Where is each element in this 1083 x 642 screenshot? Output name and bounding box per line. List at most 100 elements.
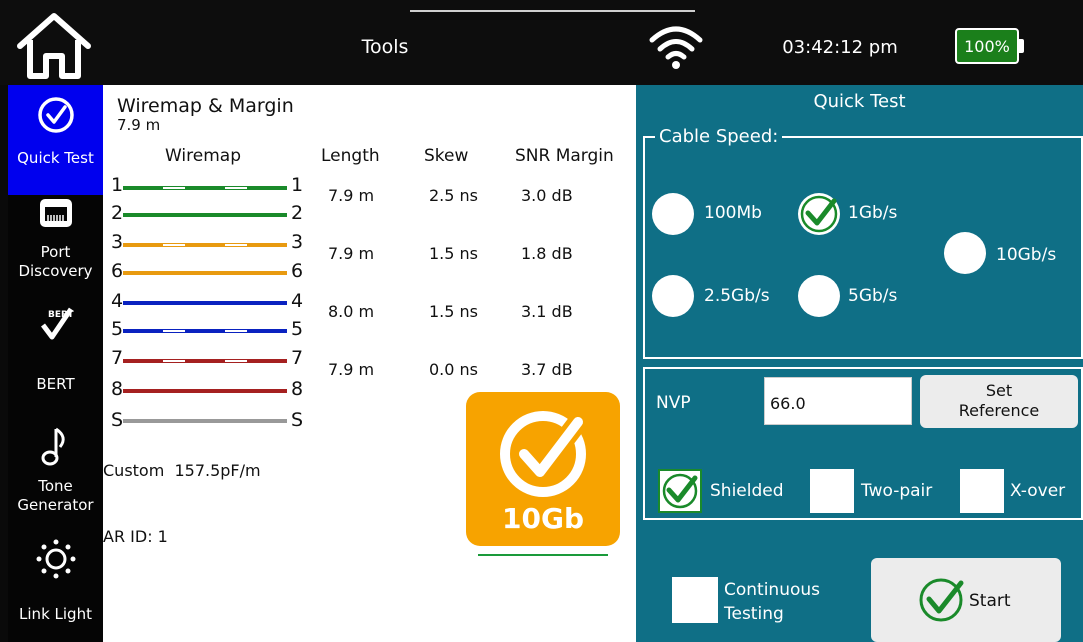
battery-indicator: 100%: [955, 28, 1025, 64]
page-title: Tools: [361, 36, 409, 58]
ar-id: AR ID: 1: [103, 527, 168, 546]
speed-radio-2-5gbs[interactable]: [652, 275, 694, 317]
speed-label-2-5gbs: 2.5Gb/s: [704, 286, 770, 306]
column-header-skew: Skew: [424, 146, 469, 166]
start-label: Start: [969, 591, 1011, 611]
pin-left: 6: [111, 260, 124, 282]
pair-skew: 2.5 ns: [429, 186, 479, 205]
bert-check-icon: BERT: [40, 307, 74, 340]
wire-1: [123, 186, 287, 190]
pair-length: 7.9 m: [328, 186, 375, 205]
top-divider: [410, 10, 695, 12]
speed-label-100mb: 100Mb: [704, 203, 762, 223]
sidebar-item-label: Tone Generator: [17, 477, 94, 514]
pin-right: 2: [291, 202, 304, 224]
sidebar-item-link-light[interactable]: Link Light: [8, 537, 103, 637]
pin-left: 4: [111, 290, 124, 312]
x-over-label: X-over: [1010, 481, 1066, 501]
pair-length: 7.9 m: [328, 360, 375, 379]
set-reference-button[interactable]: Set Reference: [920, 375, 1078, 428]
wire-5: [123, 329, 287, 333]
pair-skew: 0.0 ns: [429, 360, 479, 379]
speed-label-5gbs: 5Gb/s: [848, 286, 898, 306]
continuous-testing-label: Continuous Testing: [724, 580, 821, 624]
pair-snr-margin: 3.7 dB: [521, 360, 573, 379]
pin-right: 6: [291, 260, 304, 282]
check-icon: [662, 473, 698, 509]
wire-3: [123, 243, 287, 247]
pin-right: 8: [291, 378, 304, 400]
pin-left: 8: [111, 378, 124, 400]
pin-left: 5: [111, 318, 124, 340]
sidebar-item-label: Port Discovery: [18, 243, 93, 280]
sidebar-item-quick-test[interactable]: Quick Test: [8, 85, 103, 195]
pin-left: 1: [111, 174, 124, 196]
badge-underline: [478, 554, 608, 556]
pin-right: 1: [291, 174, 304, 196]
pair-snr-margin: 3.1 dB: [521, 302, 573, 321]
wire-6: [123, 271, 287, 275]
music-note-icon: [41, 427, 65, 466]
wiremap-panel: Wiremap & Margin 7.9 m Wiremap Length Sk…: [103, 85, 636, 642]
shielded-label: Shielded: [710, 481, 784, 501]
column-header-wiremap: Wiremap: [165, 146, 242, 166]
pair-length: 7.9 m: [328, 244, 375, 263]
column-header-snr-margin: SNR Margin: [515, 146, 614, 166]
battery-level: 100%: [955, 28, 1019, 64]
continuous-testing-checkbox[interactable]: [672, 577, 718, 623]
pair-snr-margin: 3.0 dB: [521, 186, 573, 205]
section-title: Wiremap & Margin: [117, 95, 294, 117]
wire-shield: [123, 419, 287, 423]
speed-label-10gbs: 10Gb/s: [996, 245, 1057, 265]
speed-radio-5gbs[interactable]: [798, 275, 840, 317]
sidebar-item-label: Quick Test: [17, 149, 94, 167]
column-header-length: Length: [321, 146, 380, 166]
speed-result-label: 10Gb: [502, 502, 584, 535]
wire-7: [123, 359, 287, 363]
speed-radio-100mb[interactable]: [652, 193, 694, 235]
start-button[interactable]: Start: [871, 558, 1061, 642]
pin-left: 7: [111, 347, 124, 369]
device-screen: Tools 03:42:12 pm 100% Quick Test Port D…: [0, 0, 1083, 642]
speed-result-badge: 10Gb: [466, 392, 620, 546]
ethernet-port-icon: [39, 199, 72, 227]
cable-speed-label: Cable Speed:: [655, 126, 783, 147]
nvp-label: NVP: [656, 393, 691, 413]
pin-right: 7: [291, 347, 304, 369]
pin-right: 5: [291, 318, 304, 340]
home-icon: [17, 13, 91, 79]
home-button[interactable]: [14, 10, 94, 80]
pin-left: 2: [111, 202, 124, 224]
cable-custom-capacitance: Custom 157.5pF/m: [103, 461, 261, 480]
light-icon: [36, 539, 75, 579]
two-pair-label: Two-pair: [861, 481, 933, 501]
top-bar: Tools 03:42:12 pm 100%: [0, 0, 1083, 85]
pin-right: 3: [291, 231, 304, 253]
check-icon: [800, 195, 838, 233]
nvp-input[interactable]: 66.0: [764, 377, 912, 425]
pin-right: S: [291, 409, 304, 431]
sidebar-item-port-discovery[interactable]: Port Discovery: [8, 197, 103, 297]
wire-4: [123, 301, 287, 305]
shielded-checkbox[interactable]: [658, 469, 702, 513]
sidebar: Quick Test Port Discovery BERT BERT Tone…: [8, 85, 103, 642]
wifi-icon: [648, 24, 704, 70]
speed-radio-1gbs[interactable]: [798, 193, 840, 235]
speed-label-1gbs: 1Gb/s: [848, 203, 898, 223]
two-pair-checkbox[interactable]: [810, 469, 854, 513]
check-circle-icon: [37, 97, 74, 133]
sidebar-item-tone-generator[interactable]: Tone Generator: [8, 425, 103, 525]
panel-title: Quick Test: [813, 91, 906, 112]
wire-2: [123, 213, 287, 217]
pair-skew: 1.5 ns: [429, 302, 479, 321]
quick-test-panel: Quick Test Cable Speed: 100Mb 1Gb/s 10Gb…: [636, 85, 1083, 642]
battery-icon: [1019, 39, 1024, 53]
x-over-checkbox[interactable]: [960, 469, 1004, 513]
check-circle-icon: [500, 411, 588, 497]
sidebar-item-bert[interactable]: BERT BERT: [8, 305, 103, 405]
pin-right: 4: [291, 290, 304, 312]
clock: 03:42:12 pm: [782, 37, 898, 58]
pair-skew: 1.5 ns: [429, 244, 479, 263]
cable-length-summary: 7.9 m: [117, 116, 161, 134]
speed-radio-10gbs[interactable]: [944, 232, 986, 274]
